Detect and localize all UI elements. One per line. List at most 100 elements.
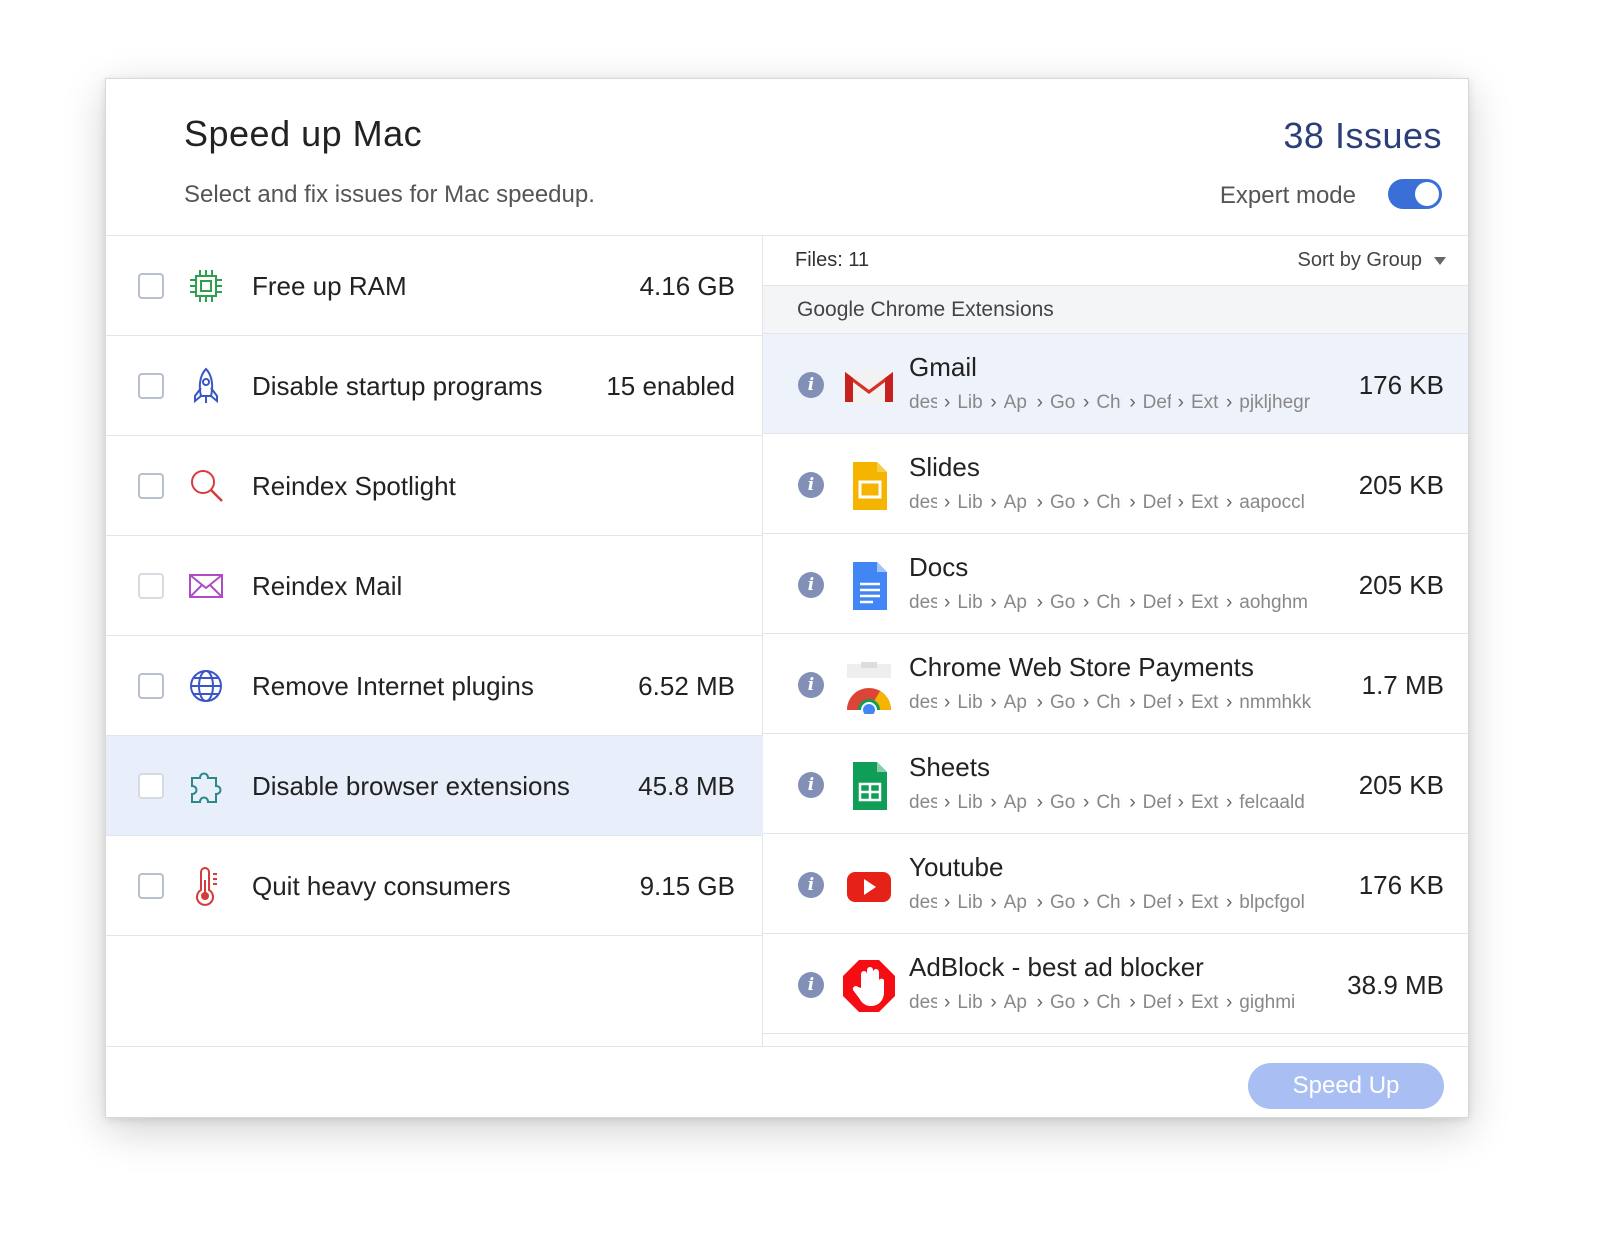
chevron-right-icon: ›: [1177, 492, 1184, 513]
chevron-right-icon: ›: [1225, 392, 1233, 413]
issue-label: Disable browser extensions: [252, 771, 570, 801]
issue-checkbox[interactable]: [138, 273, 164, 299]
chevron-right-icon: ›: [990, 392, 997, 413]
issue-row-reindex-mail[interactable]: Reindex Mail: [106, 536, 763, 636]
issue-value: 45.8 MB: [638, 771, 735, 801]
issue-value: 9.15 GB: [639, 871, 735, 901]
globe-icon: [190, 670, 222, 702]
extension-name: Sheets: [909, 752, 990, 782]
chevron-right-icon: ›: [1129, 992, 1136, 1013]
path-segment: Chr: [1096, 792, 1122, 813]
issue-checkbox[interactable]: [138, 573, 164, 599]
expert-mode-label: Expert mode: [1219, 182, 1356, 209]
path-segment: Ap: [1003, 792, 1027, 813]
chevron-right-icon: ›: [1177, 792, 1184, 813]
extension-row[interactable]: i Gmail des › Lib › Ap › Go › Chr › Def › Ext › pjkljheg…: [763, 334, 1468, 434]
issue-checkbox[interactable]: [138, 473, 164, 499]
chevron-right-icon: ›: [1129, 692, 1136, 713]
extension-row[interactable]: i Chrome Web Store Payments des › Lib › Ap › Go ›…: [763, 634, 1468, 734]
path-tail: aapoccl: [1239, 492, 1305, 513]
issue-row-reindex-spotlight[interactable]: Reindex Spotlight: [106, 436, 763, 536]
chevron-right-icon: ›: [944, 392, 951, 413]
issue-list: Free up RAM 4.16 GB Disable startup prog…: [106, 236, 763, 1046]
issue-label: Disable startup programs: [252, 371, 543, 401]
chevron-right-icon: ›: [1036, 692, 1043, 713]
extension-row[interactable]: i Slides des › Lib › Ap › Go › Chr › Def › Ext › aapoccl…: [763, 434, 1468, 534]
info-icon[interactable]: i: [798, 472, 824, 498]
info-icon[interactable]: i: [798, 572, 824, 598]
chevron-right-icon: ›: [1129, 792, 1136, 813]
path-segment: Chr: [1096, 892, 1122, 913]
issue-label: Free up RAM: [252, 271, 407, 301]
path-segment: Chr: [1096, 692, 1122, 713]
extension-size: 1.7 MB: [1361, 670, 1444, 700]
path-segment: Chr: [1096, 492, 1122, 513]
issue-row-free-up-ram[interactable]: Free up RAM 4.16 GB: [106, 236, 763, 336]
issue-row-disable-extensions[interactable]: Disable browser extensions 45.8 MB: [106, 736, 763, 836]
chevron-down-icon[interactable]: [1434, 257, 1446, 265]
youtube-icon: [841, 858, 897, 914]
issue-label: Reindex Mail: [252, 571, 403, 601]
expert-mode-toggle[interactable]: [1388, 179, 1442, 209]
extension-row[interactable]: i Docs des › Lib › Ap › Go › Chr › Def › Ext › aohghm 205…: [763, 534, 1468, 634]
issue-checkbox[interactable]: [138, 773, 164, 799]
info-icon[interactable]: i: [798, 772, 824, 798]
path-segment: des: [909, 592, 937, 613]
chevron-right-icon: ›: [1129, 492, 1136, 513]
issue-label: Quit heavy consumers: [252, 871, 511, 901]
chevron-right-icon: ›: [1082, 992, 1090, 1013]
path-segment: Lib: [957, 592, 983, 613]
speed-up-button[interactable]: Speed Up: [1248, 1063, 1444, 1109]
extension-name: AdBlock - best ad blocker: [909, 952, 1204, 982]
path-segment: des: [909, 392, 937, 413]
info-icon[interactable]: i: [798, 972, 824, 998]
sort-dropdown[interactable]: Sort by Group: [1297, 249, 1422, 272]
chevron-right-icon: ›: [1129, 392, 1136, 413]
path-segment: Def: [1142, 792, 1171, 813]
issue-row-remove-plugins[interactable]: Remove Internet plugins 6.52 MB: [106, 636, 763, 736]
chevron-right-icon: ›: [1082, 392, 1090, 413]
chevron-right-icon: ›: [1082, 492, 1090, 513]
path-segment: Def: [1142, 892, 1171, 913]
issue-row-disable-startup[interactable]: Disable startup programs 15 enabled: [106, 336, 763, 436]
extension-name: Docs: [909, 552, 969, 582]
path-segment: Def: [1142, 592, 1171, 613]
chevron-right-icon: ›: [1177, 392, 1184, 413]
path-segment: Lib: [957, 692, 983, 713]
extension-row[interactable]: i Sheets des › Lib › Ap › Go › Chr › Def › Ext › felcaal…: [763, 734, 1468, 834]
info-icon[interactable]: i: [798, 672, 824, 698]
path-segment: Go: [1049, 592, 1076, 613]
path-segment: Chr: [1096, 392, 1122, 413]
issue-row-quit-consumers[interactable]: Quit heavy consumers 9.15 GB: [106, 836, 763, 936]
extension-size: 205 KB: [1358, 570, 1444, 600]
chevron-right-icon: ›: [944, 892, 951, 913]
extension-path: des › Lib › Ap › Go › Chr › Def › Ext › felcaald: [909, 792, 1343, 814]
path-segment: Ap: [1003, 892, 1027, 913]
issue-checkbox[interactable]: [138, 373, 164, 399]
info-icon[interactable]: i: [798, 872, 824, 898]
chevron-right-icon: ›: [1225, 692, 1233, 713]
extension-size: 176 KB: [1358, 370, 1444, 400]
path-tail: nmmhkk: [1239, 692, 1312, 713]
extension-size: 38.9 MB: [1347, 970, 1444, 1000]
chevron-right-icon: ›: [1177, 592, 1184, 613]
sheets-icon: [841, 758, 897, 814]
path-segment: Go: [1049, 392, 1076, 413]
issue-checkbox[interactable]: [138, 673, 164, 699]
extension-row[interactable]: i AdBlock - best ad blocker des › Lib › Ap › Go ›…: [763, 934, 1468, 1034]
details-panel: Files: 11 Sort by Group Google Chrome Ex…: [763, 236, 1468, 1046]
path-segment: Lib: [957, 492, 983, 513]
footer: Speed Up: [106, 1046, 1468, 1117]
chevron-right-icon: ›: [1225, 492, 1233, 513]
chevron-right-icon: ›: [1036, 592, 1043, 613]
issue-checkbox[interactable]: [138, 873, 164, 899]
path-segment: Ap: [1003, 592, 1027, 613]
extension-row[interactable]: i Youtube des › Lib › Ap › Go › Chr › Def › Ext › blpcfg…: [763, 834, 1468, 934]
path-segment: Go: [1049, 892, 1076, 913]
info-icon[interactable]: i: [798, 372, 824, 398]
issue-value: 6.52 MB: [638, 671, 735, 701]
chevron-right-icon: ›: [944, 792, 951, 813]
path-segment: Ap: [1003, 692, 1027, 713]
chevron-right-icon: ›: [990, 592, 997, 613]
path-segment: Def: [1142, 492, 1171, 513]
